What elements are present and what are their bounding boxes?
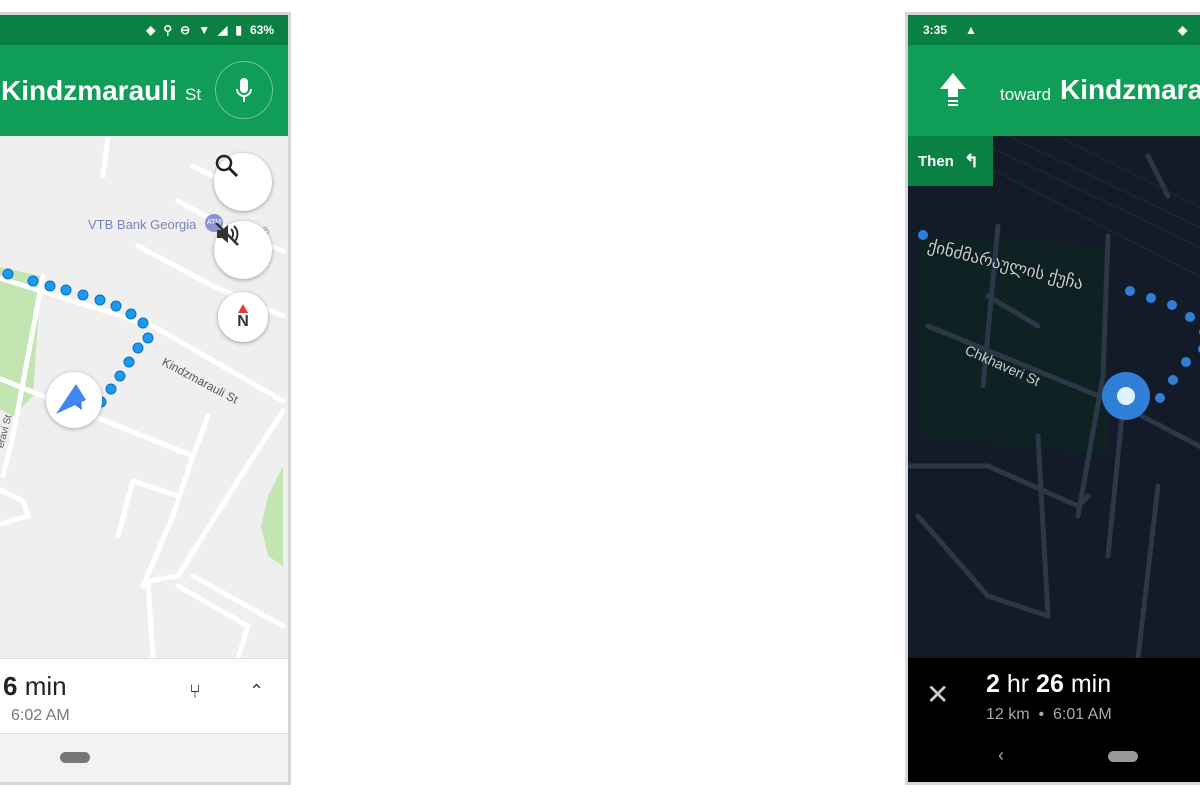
home-button[interactable]	[60, 752, 90, 763]
wifi-icon: ▼	[198, 23, 211, 37]
battery-level: 63%	[249, 23, 274, 37]
direction-header: Kindzmarauli St	[0, 45, 288, 136]
current-location	[1102, 372, 1150, 420]
then-label: Then	[918, 152, 954, 170]
mic-icon	[236, 78, 252, 102]
trip-summary[interactable]: ✕ 2 hr 26 min 12 km • 6:01 AM	[908, 658, 1200, 733]
expand-button[interactable]: ⌃	[249, 681, 264, 702]
back-button[interactable]: ‹	[998, 745, 1004, 766]
compass-needle-icon	[238, 303, 248, 313]
map-roads	[0, 136, 286, 658]
distance: 12 km	[986, 706, 1030, 723]
chevron-up-icon: ⌃	[249, 681, 265, 701]
eta-minutes: 6	[3, 671, 18, 701]
navigation-status-icon: ▲	[965, 23, 977, 37]
arrival-time: 6:02 AM	[11, 707, 70, 724]
poi-label[interactable]: VTB Bank Georgia	[88, 217, 196, 232]
system-nav-bar: ‹	[908, 733, 1200, 782]
left-phone: ◈ ⚲ ⊖ ▼ ◢ ▮ 63% Kindzmarauli St VTB Bank…	[0, 12, 291, 785]
arrival-time: 6:01 AM	[1052, 706, 1112, 723]
status-bar: 3:35 ▲ ◈	[908, 15, 1200, 45]
route-fork-icon: ⑂	[189, 681, 201, 703]
clock: 3:35	[923, 23, 948, 37]
next-turn-banner: Then ↰	[908, 136, 993, 186]
close-icon: ✕	[926, 679, 950, 710]
turn-left-icon: ↰	[963, 150, 979, 171]
eta-hours: 2	[986, 670, 1000, 698]
voice-button[interactable]	[215, 61, 273, 119]
map-roads	[908, 136, 1200, 658]
eta-minutes-unit: min	[1070, 670, 1112, 698]
separator: •	[1038, 706, 1045, 723]
alternate-routes-button[interactable]: ⑂	[189, 681, 201, 704]
navigation-arrow-icon	[56, 384, 86, 414]
eta-hours-unit: hr	[1006, 670, 1030, 698]
system-nav-bar	[0, 733, 288, 782]
close-button[interactable]: ✕	[926, 678, 949, 711]
compass-label: N	[237, 312, 249, 330]
current-location	[46, 372, 102, 428]
map-view[interactable]: VTB Bank Georgia ATM გ Kindzmarauli St e…	[0, 136, 288, 658]
dnd-icon: ⊖	[180, 23, 191, 37]
back-chevron-icon: ‹	[998, 745, 1004, 765]
street-name: Kindzmarauli	[1, 74, 177, 106]
location-dot-icon	[1117, 387, 1135, 405]
search-icon	[215, 154, 239, 178]
eta-minutes: 26	[1036, 670, 1064, 698]
direction-header: toward Kindzmara	[908, 45, 1200, 136]
home-button[interactable]	[1108, 751, 1138, 762]
street-name: Kindzmara	[1060, 74, 1200, 105]
compass-button[interactable]: N	[218, 292, 268, 342]
battery-icon: ▮	[235, 23, 242, 37]
mute-button[interactable]	[214, 221, 272, 279]
status-bar: ◈ ⚲ ⊖ ▼ ◢ ▮ 63%	[0, 15, 288, 45]
vibrate-icon: ◈	[1178, 23, 1188, 37]
street-suffix: St	[185, 85, 202, 104]
eta-unit: min	[24, 671, 67, 701]
location-icon: ⚲	[163, 23, 173, 37]
straight-arrow-icon	[940, 73, 966, 106]
trip-summary[interactable]: 6 min 6:02 AM ⑂ ⌃	[0, 658, 288, 733]
signal-icon: ◢	[218, 23, 228, 37]
search-button[interactable]	[214, 153, 272, 211]
toward-label: toward	[1000, 85, 1052, 104]
right-phone: 3:35 ▲ ◈ toward Kindzmara Then ↰ ქინძმარ…	[905, 12, 1200, 785]
vibrate-icon: ◈	[146, 23, 156, 37]
volume-off-icon	[215, 222, 239, 246]
map-view[interactable]: ქინძმარაულის ქუჩა Chkhaveri St	[908, 136, 1200, 658]
